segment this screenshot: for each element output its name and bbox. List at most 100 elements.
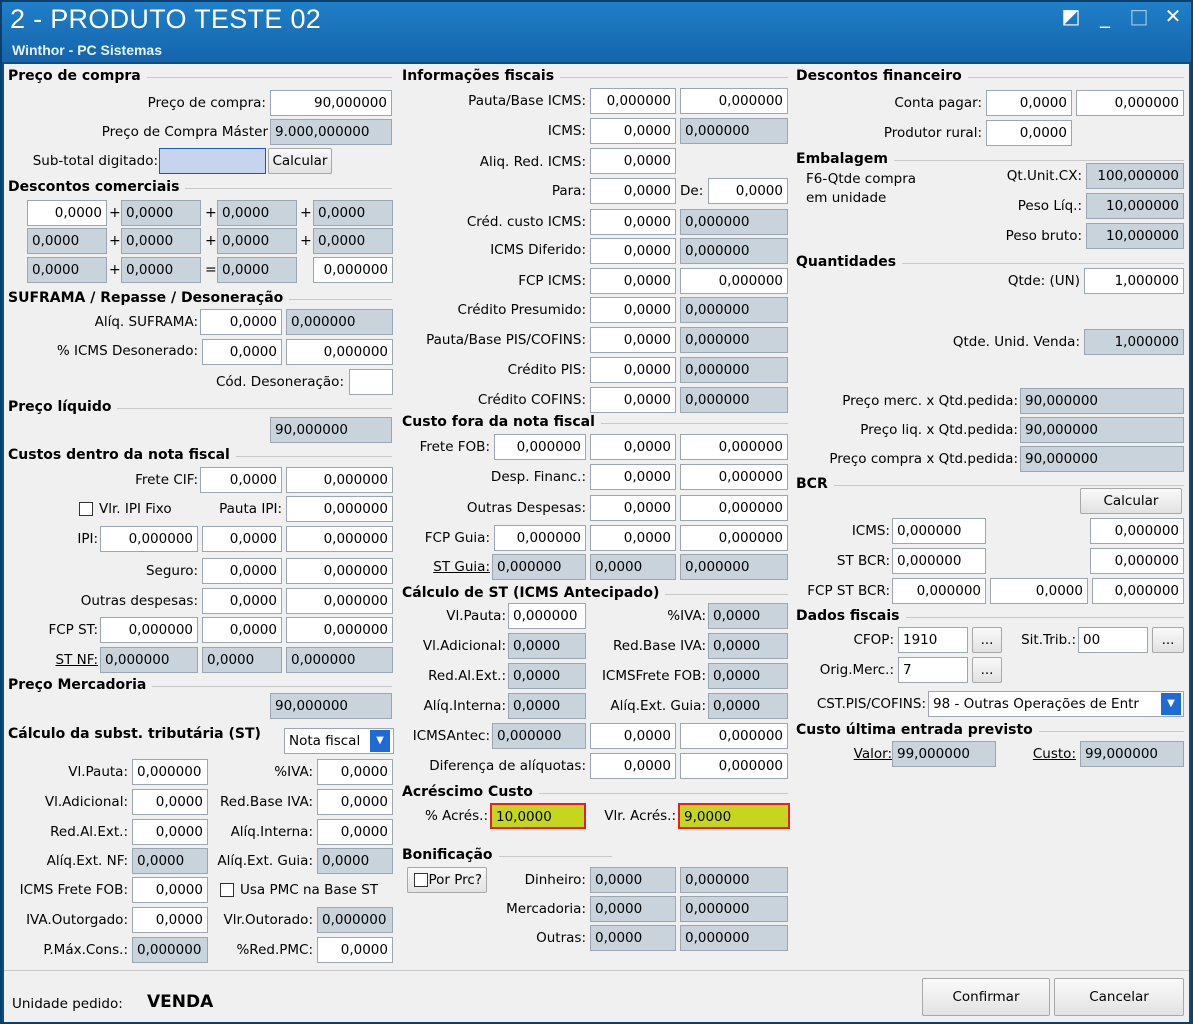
confirmar-button[interactable]: Confirmar (922, 978, 1050, 1016)
icms-input[interactable]: 0,0000 (590, 118, 676, 144)
perc-acres-input[interactable]: 10,0000 (490, 803, 586, 829)
conta-pagar-input[interactable]: 0,0000 (986, 90, 1072, 116)
pauta-base-pis-field: 0,000000 (680, 327, 788, 353)
credito-presumido-field: 0,000000 (680, 297, 788, 323)
aliq-red-icms-input[interactable]: 0,0000 (590, 148, 676, 174)
outras-bonif-field-2: 0,000000 (680, 925, 788, 951)
iva-input[interactable]: 0,0000 (317, 759, 393, 785)
chevron-down-icon[interactable]: ▼ (370, 730, 390, 752)
cod-desoneracao-input[interactable] (349, 369, 393, 395)
minimize-icon[interactable]: _ (1095, 4, 1115, 28)
red-base-iva-input[interactable]: 0,0000 (317, 789, 393, 815)
aliq-interna-input[interactable]: 0,0000 (317, 819, 393, 845)
de-input[interactable]: 0,0000 (708, 178, 788, 204)
vl-adicional-input[interactable]: 0,0000 (132, 789, 208, 815)
dinheiro-field-2: 0,000000 (680, 867, 788, 893)
red-pmc-input[interactable]: 0,0000 (317, 937, 393, 963)
credito-presumido-input[interactable]: 0,0000 (590, 297, 676, 323)
qt-unit-cx-field: 100,000000 (1086, 163, 1184, 189)
calcular-bcr-button[interactable]: Calcular (1080, 488, 1182, 514)
close-icon[interactable]: ✕ (1163, 4, 1183, 28)
label-preco-compra: Preço de compra: (147, 95, 266, 111)
label-ant-red-base-iva: Red.Base IVA: (612, 638, 706, 654)
desc-input-1[interactable]: 0,0000 (27, 200, 107, 226)
restore-icon[interactable]: ◩ (1061, 4, 1081, 28)
para-input[interactable]: 0,0000 (590, 178, 676, 204)
preco-compra-input[interactable]: 90,000000 (270, 90, 392, 116)
st-bcr-input[interactable]: 0,000000 (892, 548, 986, 574)
label-produtor-rural: Produtor rural: (883, 125, 982, 141)
icms-diferido-input[interactable]: 0,0000 (590, 238, 676, 264)
cfop-input[interactable]: 1910 (898, 627, 968, 653)
fcp-guia-input[interactable]: 0,000000 (494, 525, 586, 551)
cancelar-button[interactable]: Cancelar (1054, 978, 1184, 1016)
cred-custo-icms-input[interactable]: 0,0000 (590, 209, 676, 235)
label-st-nf: ST NF: (55, 652, 98, 668)
seguro-input[interactable]: 0,0000 (202, 558, 282, 584)
cst-pis-cofins-select[interactable]: 98 - Outras Operações de Entr (928, 691, 1184, 717)
title-bar: 2 - PRODUTO TESTE 02 Winthor - PC Sistem… (2, 2, 1191, 62)
pauta-base-icms-input[interactable]: 0,000000 (590, 88, 676, 114)
ipi-input[interactable]: 0,000000 (100, 526, 198, 552)
produtor-rural-input[interactable]: 0,0000 (986, 120, 1072, 146)
st-nf-field-3: 0,000000 (286, 647, 393, 673)
label-ant-iva: %IVA: (667, 608, 706, 624)
outras-despesas-fora-input[interactable]: 0,0000 (590, 495, 676, 521)
label-red-pmc: %Red.PMC: (236, 942, 313, 958)
ipi-fixo-checkbox[interactable] (79, 502, 93, 516)
desp-financ-input[interactable]: 0,0000 (590, 464, 676, 490)
icms-frete-fob-input[interactable]: 0,0000 (132, 877, 208, 903)
aliq-suframa-input[interactable]: 0,0000 (200, 309, 282, 335)
pauta-ipi-input[interactable]: 0,000000 (286, 496, 393, 522)
fcp-st-bcr-input[interactable]: 0,000000 (892, 578, 986, 604)
maximize-icon[interactable]: □ (1129, 4, 1149, 28)
desc-field-11: 0,0000 (217, 257, 297, 283)
credito-cofins-input[interactable]: 0,0000 (590, 387, 676, 413)
calcular-subtotal-button[interactable]: Calcular (268, 148, 332, 174)
preco-liquido-field: 90,000000 (270, 417, 392, 443)
group-bcr: BCR (796, 476, 834, 492)
qtde-input[interactable]: 1,000000 (1084, 268, 1184, 294)
por-prc-checkbox[interactable] (414, 873, 428, 887)
seguro-field: 0,000000 (286, 558, 393, 584)
diferenca-aliquotas-input[interactable]: 0,0000 (590, 753, 676, 779)
label-mercadoria: Mercadoria: (506, 901, 586, 917)
outras-despesas-input[interactable]: 0,0000 (202, 588, 282, 614)
orig-merc-input[interactable]: 7 (898, 657, 968, 683)
bcr-icms-input[interactable]: 0,000000 (892, 518, 986, 544)
pauta-base-pis-input[interactable]: 0,0000 (590, 327, 676, 353)
sit-trib-input[interactable]: 00 (1078, 627, 1148, 653)
desc-field-8: 0,0000 (313, 228, 393, 254)
orig-merc-lookup-button[interactable]: ... (972, 657, 1002, 683)
vlr-acres-input[interactable]: 9,0000 (678, 803, 790, 829)
red-al-ext-input[interactable]: 0,0000 (132, 819, 208, 845)
chevron-down-icon[interactable]: ▼ (1161, 693, 1181, 715)
label-iva: %IVA: (274, 764, 313, 780)
label-fcp-st: FCP ST: (48, 622, 98, 638)
group-custo-fora: Custo fora da nota fiscal (402, 414, 601, 430)
group-embalagem: Embalagem (796, 151, 894, 167)
label-outras-despesas-fora: Outras Despesas: (466, 500, 586, 516)
unidade-pedido-value: VENDA (147, 992, 214, 1012)
credito-pis-input[interactable]: 0,0000 (590, 357, 676, 383)
fcp-st-input[interactable]: 0,000000 (100, 617, 198, 643)
vl-pauta-input[interactable]: 0,000000 (132, 759, 208, 785)
ant-vl-pauta-input[interactable]: 0,000000 (508, 603, 586, 629)
window-subtitle: Winthor - PC Sistemas (12, 42, 163, 58)
sit-trib-lookup-button[interactable]: ... (1152, 627, 1184, 653)
cfop-lookup-button[interactable]: ... (972, 627, 1002, 653)
label-vl-adicional: Vl.Adicional: (44, 794, 128, 810)
label-pauta-ipi: Pauta IPI: (219, 501, 282, 517)
st-guia-field-2: 0,0000 (590, 554, 676, 580)
icms-antec-field-1: 0,000000 (492, 723, 586, 749)
frete-cif-input[interactable]: 0,0000 (200, 467, 282, 493)
frete-fob-input[interactable]: 0,000000 (494, 434, 586, 460)
outras-despesas-field: 0,000000 (286, 588, 393, 614)
subtotal-input[interactable] (159, 148, 266, 174)
usa-pmc-checkbox[interactable] (220, 883, 234, 897)
iva-outorgado-input[interactable]: 0,0000 (132, 907, 208, 933)
fcp-icms-input[interactable]: 0,0000 (590, 268, 676, 294)
icms-desonerado-input[interactable]: 0,0000 (202, 339, 282, 365)
group-info-fiscais: Informações fiscais (402, 68, 561, 84)
group-custo-ultima-entrada: Custo última entrada previsto (796, 722, 1039, 738)
